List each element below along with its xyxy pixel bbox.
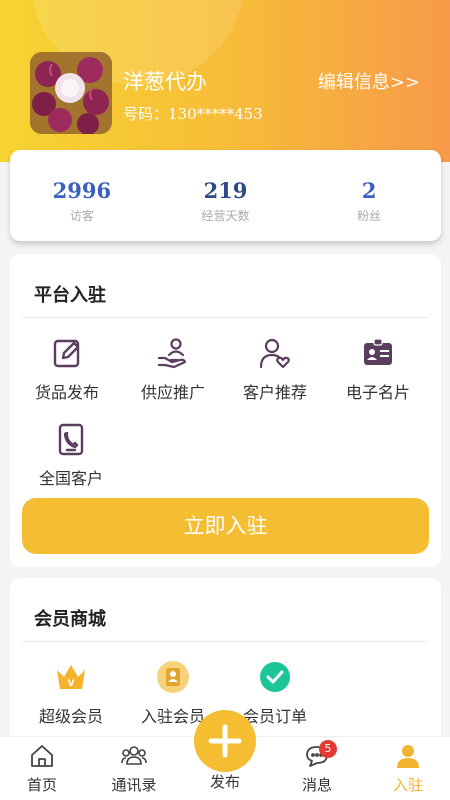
tab-contacts[interactable]: 通讯录 (94, 743, 174, 795)
stat-visitors[interactable]: 2996 访客 (10, 150, 154, 241)
profile-header: 洋葱代办 号码：130*****453 编辑信息>> (0, 0, 450, 162)
stat-value: 219 (203, 178, 248, 203)
grid-item-customer-referral[interactable]: 客户推荐 (220, 336, 330, 403)
home-icon (29, 743, 55, 769)
grid-item-label: 货品发布 (34, 383, 99, 402)
tab-label: 通讯录 (111, 776, 157, 794)
edit-icon (50, 336, 84, 370)
tab-join[interactable]: 入驻 (368, 743, 448, 795)
stat-value: 2 (361, 178, 377, 203)
contacts-icon (121, 743, 147, 769)
tab-publish-label[interactable]: 发布 (185, 771, 265, 792)
phone-contact-icon (54, 422, 88, 456)
platform-card: 平台入驻 货品发布 供应推广 客户推荐 电子名片 全国客户 立即入驻 (10, 254, 441, 567)
tab-label: 入驻 (392, 776, 423, 794)
grid-item-label: 全国客户 (38, 469, 103, 488)
person-icon (395, 743, 421, 769)
tab-messages[interactable]: 5 消息 (277, 740, 357, 795)
stat-operating-days[interactable]: 219 经营天数 (154, 150, 298, 241)
tab-label: 消息 (301, 776, 332, 794)
message-badge: 5 (319, 740, 337, 758)
grid-item-supply-promotion[interactable]: 供应推广 (118, 336, 228, 403)
plus-icon (208, 724, 242, 758)
publish-button[interactable] (194, 710, 256, 772)
stats-card: 2996 访客 219 经营天数 2 粉丝 (10, 150, 441, 241)
user-heart-icon (258, 336, 292, 370)
divider (22, 641, 429, 642)
divider (22, 317, 429, 318)
stat-fans[interactable]: 2 粉丝 (297, 150, 441, 241)
avatar[interactable] (30, 52, 112, 134)
stat-label: 经营天数 (201, 209, 250, 223)
tab-home[interactable]: 首页 (2, 743, 82, 795)
edit-info-link[interactable]: 编辑信息>> (318, 68, 420, 94)
grid-item-national-customers[interactable]: 全国客户 (16, 422, 126, 489)
check-circle-icon (258, 660, 292, 694)
grid-item-label: 客户推荐 (242, 383, 307, 402)
tab-label: 首页 (26, 776, 57, 794)
id-card-icon (361, 336, 395, 370)
grid-item-product-publish[interactable]: 货品发布 (12, 336, 122, 403)
grid-item-label: 供应推广 (140, 383, 205, 402)
svg-text:V: V (68, 679, 75, 689)
stat-value: 2996 (52, 178, 112, 203)
grid-item-label: 电子名片 (345, 383, 410, 402)
hand-person-icon (156, 336, 190, 370)
member-title: 会员商城 (34, 609, 106, 630)
crown-icon: V (54, 660, 88, 694)
grid-item-label: 超级会员 (38, 707, 103, 726)
join-now-button[interactable]: 立即入驻 (22, 498, 429, 554)
profile-phone: 号码：130*****453 (123, 105, 263, 123)
platform-title: 平台入驻 (34, 285, 106, 306)
grid-item-super-member[interactable]: V 超级会员 (16, 660, 126, 727)
stat-label: 粉丝 (357, 209, 382, 223)
profile-name: 洋葱代办 (123, 70, 207, 94)
stat-label: 访客 (69, 209, 94, 223)
member-badge-icon (156, 660, 190, 694)
grid-item-business-card[interactable]: 电子名片 (323, 336, 433, 403)
